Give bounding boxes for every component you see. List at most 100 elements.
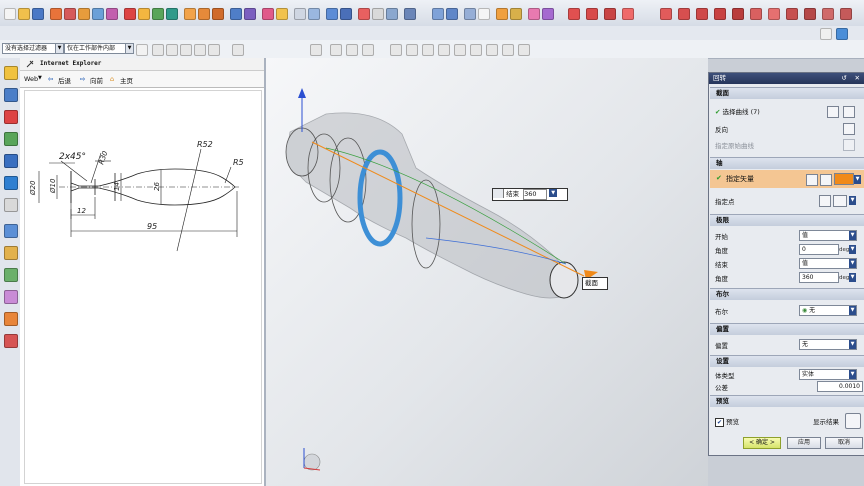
cone-icon[interactable] — [152, 8, 164, 20]
inferred-point-button[interactable] — [833, 195, 847, 207]
curve-line-icon[interactable] — [568, 8, 580, 20]
layer-icon[interactable] — [496, 8, 508, 20]
save-icon[interactable] — [32, 8, 44, 20]
graphics-viewport[interactable]: 结束 360 ▼ 截面 — [266, 58, 708, 486]
undo-icon[interactable] — [820, 28, 832, 40]
datum-plane-icon[interactable] — [358, 8, 370, 20]
revolve-icon[interactable] — [78, 8, 90, 20]
chevron-down-icon[interactable]: ▼ — [854, 175, 861, 184]
home-button[interactable]: 主页 — [120, 75, 133, 85]
arc-tool-icon[interactable] — [678, 8, 690, 20]
snap-arc-center-icon[interactable] — [390, 44, 402, 56]
start-type-dropdown[interactable]: 值 ▼ — [799, 230, 857, 241]
trim-curve-icon[interactable] — [840, 8, 852, 20]
view-rotate-icon[interactable] — [446, 8, 458, 20]
boolean-group-header[interactable]: 布尔 — [710, 288, 864, 300]
shell-icon[interactable] — [262, 8, 274, 20]
sketch-section-button[interactable] — [827, 106, 839, 118]
offset-curve-icon[interactable] — [696, 8, 708, 20]
intersect-curve-icon[interactable] — [786, 8, 798, 20]
vector-dialog-button[interactable] — [820, 174, 832, 186]
project-curve-icon[interactable] — [714, 8, 726, 20]
reset-icon[interactable]: ↺ — [842, 73, 847, 84]
block-icon[interactable] — [124, 8, 136, 20]
manufacturing-wizard-icon[interactable] — [4, 246, 18, 260]
web-menu-chevron-icon[interactable]: ▼ — [38, 75, 42, 81]
settings-group-header[interactable]: 设置 — [710, 355, 864, 367]
help-icon[interactable] — [836, 28, 848, 40]
hd3d-tools-icon[interactable] — [4, 154, 18, 168]
analysis-icon[interactable] — [528, 8, 540, 20]
curve-arc-icon[interactable] — [586, 8, 598, 20]
history-icon[interactable] — [4, 198, 18, 212]
snap-intersection-icon[interactable] — [208, 44, 220, 56]
pattern-icon[interactable] — [340, 8, 352, 20]
reverse-vector-button[interactable] — [806, 174, 818, 186]
body-type-dropdown[interactable]: 实体 ▼ — [799, 369, 857, 380]
inferred-vector-dropdown[interactable] — [834, 173, 854, 185]
preview-checkbox[interactable]: ✔ — [715, 418, 724, 427]
snap-bounded-grid-icon[interactable] — [502, 44, 514, 56]
boss-icon[interactable] — [106, 8, 118, 20]
type-filter-dropdown[interactable]: 没有选择过滤器 ▼ — [2, 43, 64, 54]
wireframe-icon[interactable] — [478, 8, 490, 20]
snap-on-face-icon[interactable] — [454, 44, 466, 56]
apply-button[interactable]: 应用 — [787, 437, 821, 449]
curve-length-icon[interactable] — [822, 8, 834, 20]
snap-endpoint-icon[interactable] — [152, 44, 164, 56]
section-view-icon[interactable] — [510, 8, 522, 20]
snap-center-icon[interactable] — [180, 44, 192, 56]
curve-select-button[interactable] — [843, 106, 855, 118]
shaded-icon[interactable] — [464, 8, 476, 20]
point-dialog-button[interactable] — [819, 195, 831, 207]
end-angle-input[interactable]: 360 — [799, 272, 839, 283]
snap-grid-icon[interactable] — [486, 44, 498, 56]
snap-disable-icon[interactable] — [518, 44, 530, 56]
limits-group-header[interactable]: 极限 — [710, 214, 864, 226]
reverse-direction-button[interactable] — [843, 123, 855, 135]
mirror-icon[interactable] — [326, 8, 338, 20]
close-icon[interactable]: ✕ — [855, 73, 860, 84]
open-file-icon[interactable] — [18, 8, 30, 20]
bridge-curve-icon[interactable] — [732, 8, 744, 20]
text-curve-icon[interactable] — [768, 8, 780, 20]
end-type-dropdown[interactable]: 值 ▼ — [799, 258, 857, 269]
chevron-down-icon[interactable]: ▼ — [849, 273, 856, 282]
revolved-body[interactable] — [288, 112, 570, 299]
boolean-dropdown[interactable]: ◉ 无 ▼ — [799, 305, 857, 316]
preview-row[interactable]: ✔ 预览 — [715, 416, 739, 427]
intersect-icon[interactable] — [212, 8, 224, 20]
roles-icon[interactable] — [4, 268, 18, 282]
back-arrow-icon[interactable]: ⇦ — [48, 75, 53, 83]
part-navigator-icon[interactable] — [4, 110, 18, 124]
offset-group-header[interactable]: 偏置 — [710, 323, 864, 335]
forward-arrow-icon[interactable]: ⇨ — [80, 75, 85, 83]
sketch-icon[interactable] — [50, 8, 62, 20]
split-body-icon[interactable] — [308, 8, 320, 20]
home-icon[interactable]: ⌂ — [110, 75, 114, 83]
unite-icon[interactable] — [184, 8, 196, 20]
select-curve-row[interactable]: ✔ 选择曲线 (7) — [715, 106, 760, 116]
chain-icon[interactable] — [362, 44, 374, 56]
ok-button[interactable]: < 确定 > — [743, 437, 781, 449]
stop-at-intersection-icon[interactable] — [330, 44, 342, 56]
chamfer-icon[interactable] — [244, 8, 256, 20]
end-tooltip-value[interactable]: 360 — [523, 189, 548, 200]
system-scenes-icon[interactable] — [4, 312, 18, 326]
snap-existing-point-icon[interactable] — [232, 44, 244, 56]
limit-type-icon[interactable] — [493, 189, 504, 198]
snap-control-point-icon[interactable] — [406, 44, 418, 56]
view-zoom-icon[interactable] — [432, 8, 444, 20]
edge-blend-icon[interactable] — [230, 8, 242, 20]
line-tool-icon[interactable] — [660, 8, 672, 20]
forward-button[interactable]: 向前 — [90, 75, 103, 85]
snap-midpoint-icon[interactable] — [166, 44, 178, 56]
new-file-icon[interactable] — [4, 8, 16, 20]
cylinder-icon[interactable] — [138, 8, 150, 20]
helix-icon[interactable] — [750, 8, 762, 20]
chevron-down-icon[interactable]: ▼ — [849, 245, 856, 254]
view-fit-icon[interactable] — [404, 8, 416, 20]
draft-icon[interactable] — [276, 8, 288, 20]
follow-fillet-icon[interactable] — [346, 44, 358, 56]
offset-dropdown[interactable]: 无 ▼ — [799, 339, 857, 350]
